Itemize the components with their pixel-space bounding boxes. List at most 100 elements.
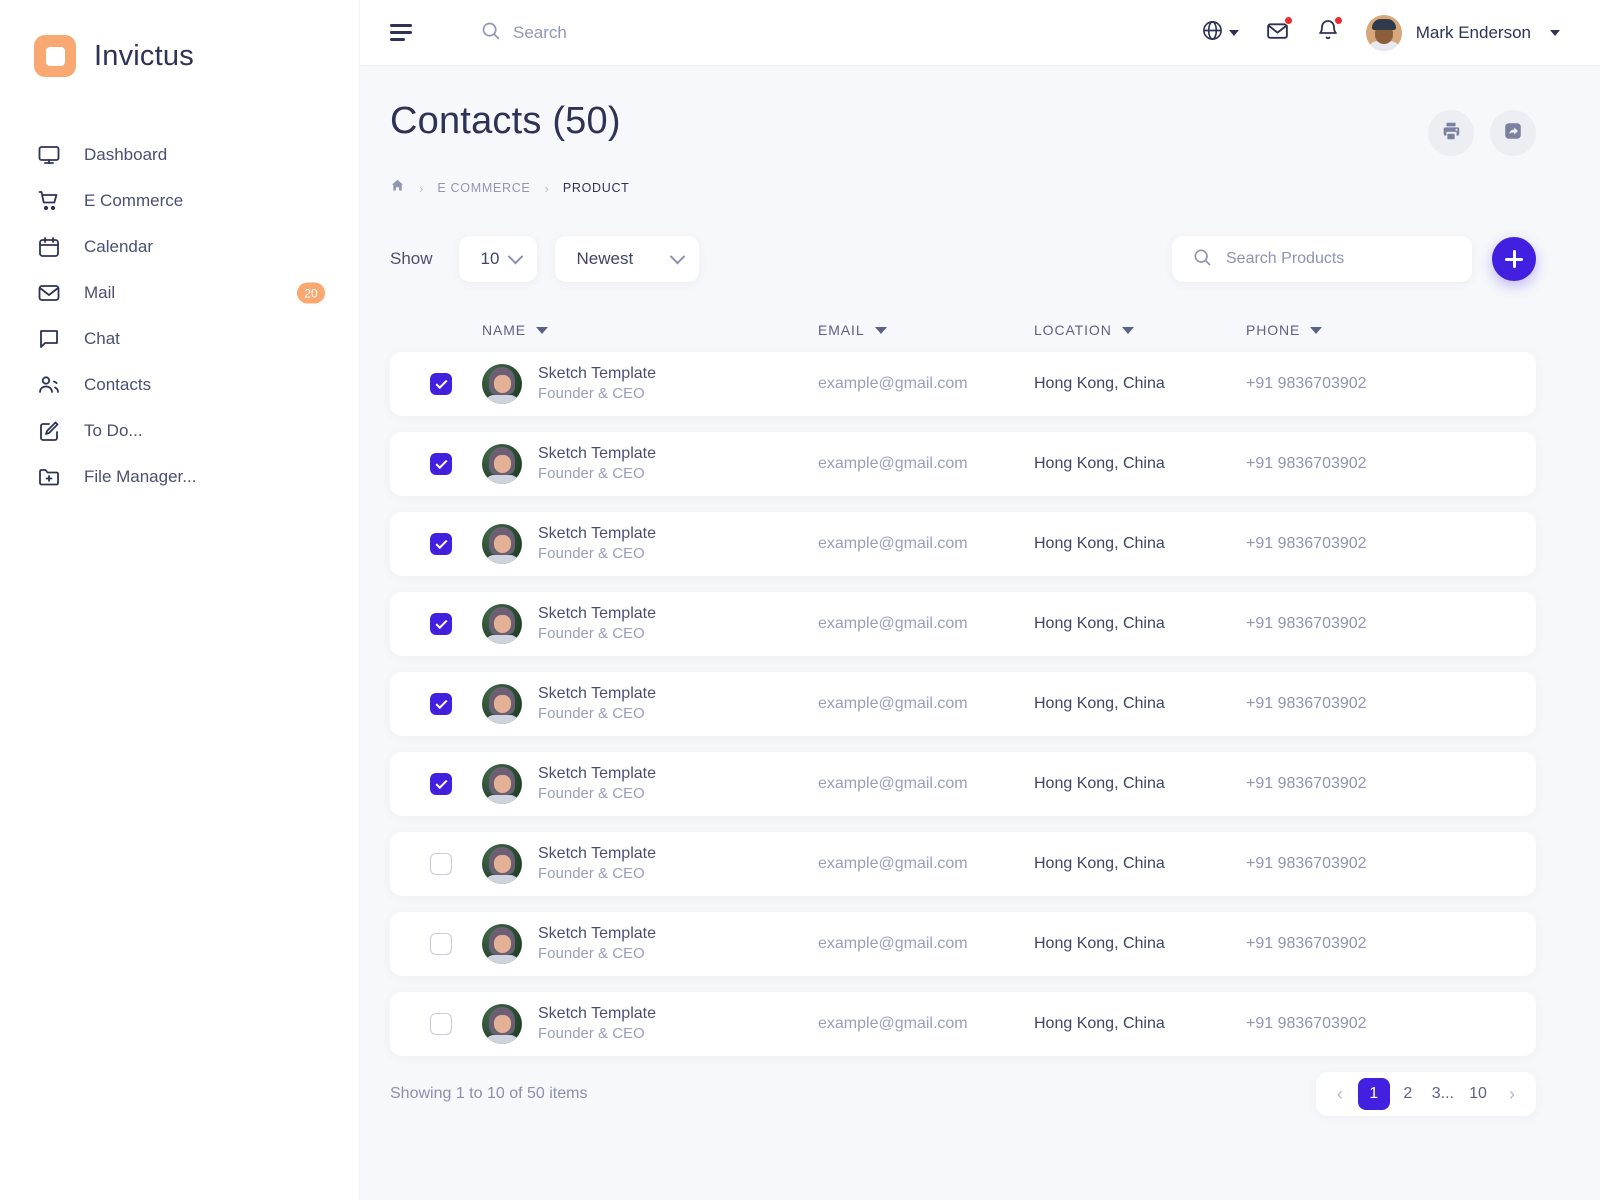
breadcrumb-separator: › [544, 180, 549, 196]
table-row[interactable]: Sketch Template Founder & CEO example@gmai… [390, 512, 1536, 576]
row-checkbox[interactable] [430, 533, 452, 555]
sidebar-item-calendar[interactable]: Calendar [0, 224, 359, 270]
pagination-page-2[interactable]: 2 [1392, 1078, 1424, 1110]
contact-role: Founder & CEO [538, 865, 645, 883]
row-name-cell: Sketch Template Founder & CEO [482, 684, 818, 724]
row-checkbox[interactable] [430, 373, 452, 395]
contact-location: Hong Kong, China [1034, 775, 1165, 792]
brand[interactable]: Invictus [0, 28, 359, 84]
row-checkbox[interactable] [430, 853, 452, 875]
contact-email: example@gmail.com [818, 455, 968, 472]
sidebar-item-file-manager[interactable]: File Manager... [0, 454, 359, 500]
pagination-page-10[interactable]: 10 [1462, 1078, 1494, 1110]
contact-email: example@gmail.com [818, 1015, 968, 1032]
plus-icon [1505, 250, 1523, 268]
sort-triangle-icon [874, 326, 887, 334]
product-search-input[interactable] [1226, 250, 1452, 268]
row-checkbox[interactable] [430, 933, 452, 955]
sidebar-item-contacts[interactable]: Contacts [0, 362, 359, 408]
page-header: Contacts (50) [390, 100, 1536, 156]
sidebar: Invictus Dashboard E Commerce Calendar M… [0, 0, 360, 1200]
page-content: Contacts (50) › E COMMERCE › PRODUCT Sho… [360, 66, 1600, 1200]
table-footer: Showing 1 to 10 of 50 items ‹ 1 2 3... 1… [390, 1072, 1536, 1116]
sidebar-item-dashboard[interactable]: Dashboard [0, 132, 359, 178]
topbar: Mark Enderson [360, 0, 1600, 66]
contact-location: Hong Kong, China [1034, 375, 1165, 392]
sidebar-item-label: File Manager... [84, 467, 197, 486]
contact-location: Hong Kong, China [1034, 455, 1165, 472]
toolbar-right [1172, 236, 1536, 282]
contact-email: example@gmail.com [818, 855, 968, 872]
pagination: ‹ 1 2 3... 10 › [1315, 1072, 1536, 1116]
global-search[interactable] [480, 20, 773, 46]
sidebar-item-label: Calendar [84, 237, 153, 256]
column-header-location[interactable]: LOCATION [1034, 322, 1246, 338]
contact-name: Sketch Template [538, 365, 656, 383]
column-label: NAME [482, 322, 527, 338]
home-icon[interactable] [390, 178, 405, 198]
sidebar-item-e-commerce[interactable]: E Commerce [0, 178, 359, 224]
table-row[interactable]: Sketch Template Founder & CEO example@gmai… [390, 432, 1536, 496]
chat-bubble-icon [34, 324, 64, 354]
contact-role: Founder & CEO [538, 705, 645, 723]
add-contact-button[interactable] [1492, 237, 1536, 281]
cart-icon [34, 186, 64, 216]
check-icon [434, 696, 448, 710]
table-row[interactable]: Sketch Template Founder & CEO example@gmai… [390, 352, 1536, 416]
page-size-value: 10 [480, 249, 500, 268]
contact-name: Sketch Template [538, 685, 656, 703]
contact-role: Founder & CEO [538, 385, 645, 403]
check-icon [434, 456, 448, 470]
search-input[interactable] [513, 22, 773, 43]
contact-phone: +91 9836703902 [1246, 1015, 1367, 1032]
pagination-page-1[interactable]: 1 [1357, 1078, 1390, 1110]
sidebar-item-label: Contacts [84, 375, 152, 394]
table-row[interactable]: Sketch Template Founder & CEO example@gmai… [390, 912, 1536, 976]
table-row[interactable]: Sketch Template Founder & CEO example@gmai… [390, 672, 1536, 736]
contact-name: Sketch Template [538, 925, 656, 943]
row-checkbox[interactable] [430, 773, 452, 795]
language-selector[interactable] [1201, 19, 1239, 47]
product-search[interactable] [1172, 236, 1472, 282]
row-checkbox[interactable] [430, 1013, 452, 1035]
table-row[interactable]: Sketch Template Founder & CEO example@gmai… [390, 592, 1536, 656]
contact-role: Founder & CEO [538, 545, 645, 563]
brand-name: Invictus [94, 39, 194, 72]
column-label: EMAIL [818, 322, 865, 338]
row-name-cell: Sketch Template Founder & CEO [482, 524, 818, 564]
column-header-name[interactable]: NAME [482, 322, 818, 338]
check-icon [434, 376, 448, 390]
folder-plus-icon [34, 462, 64, 492]
hamburger-icon[interactable] [390, 24, 418, 41]
contact-role: Founder & CEO [538, 1025, 645, 1043]
breadcrumb-item-e-commerce[interactable]: E COMMERCE [437, 181, 530, 195]
table-row[interactable]: Sketch Template Founder & CEO example@gmai… [390, 752, 1536, 816]
sidebar-item-mail[interactable]: Mail 20 [0, 270, 359, 316]
page-size-select[interactable]: 10 [458, 236, 537, 282]
pagination-next[interactable]: › [1496, 1078, 1528, 1110]
pagination-prev[interactable]: ‹ [1324, 1078, 1356, 1110]
row-checkbox[interactable] [430, 693, 452, 715]
check-icon [434, 536, 448, 550]
sidebar-item-chat[interactable]: Chat [0, 316, 359, 362]
contact-phone: +91 9836703902 [1246, 375, 1367, 392]
print-button[interactable] [1428, 110, 1474, 156]
table-row[interactable]: Sketch Template Founder & CEO example@gmai… [390, 992, 1536, 1056]
column-header-phone[interactable]: PHONE [1246, 322, 1476, 338]
column-header-email[interactable]: EMAIL [818, 322, 1034, 338]
sidebar-item-label: Chat [84, 329, 120, 348]
share-button[interactable] [1490, 110, 1536, 156]
sort-select[interactable]: Newest [554, 236, 699, 282]
row-checkbox[interactable] [430, 453, 452, 475]
row-select-cell [390, 933, 482, 955]
table-row[interactable]: Sketch Template Founder & CEO example@gmai… [390, 832, 1536, 896]
notification-button[interactable] [1316, 16, 1343, 47]
main-area: Mark Enderson Contacts (50) [360, 0, 1600, 1200]
user-menu[interactable]: Mark Enderson [1365, 14, 1560, 51]
pagination-page-3[interactable]: 3... [1426, 1078, 1460, 1110]
row-checkbox[interactable] [430, 613, 452, 635]
sidebar-item-to-do[interactable]: To Do... [0, 408, 359, 454]
topbar-actions: Mark Enderson [1201, 14, 1560, 51]
row-name-cell: Sketch Template Founder & CEO [482, 604, 818, 644]
mail-button[interactable] [1265, 15, 1293, 48]
